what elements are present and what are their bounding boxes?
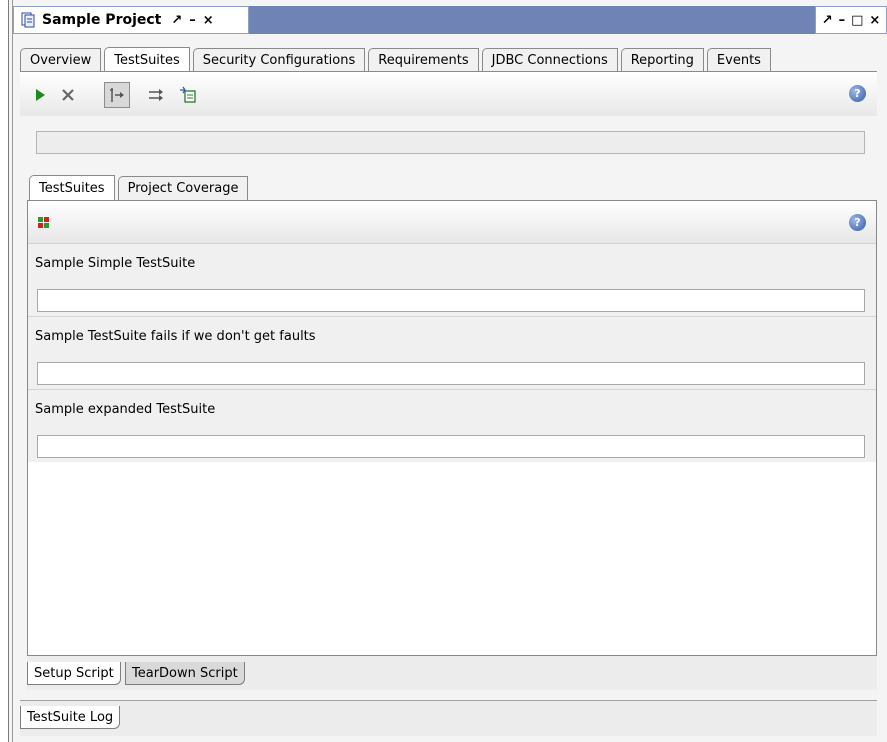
testsuite-name: Sample expanded TestSuite: [35, 402, 216, 417]
main-tabs: Overview TestSuites Security Configurati…: [20, 47, 774, 72]
cancel-icon[interactable]: [58, 85, 78, 105]
project-progress-bar: [36, 131, 865, 154]
close-icon[interactable]: ×: [203, 14, 214, 27]
testsuite-list: Sample Simple TestSuite Sample TestSuite…: [28, 243, 876, 462]
tab-jdbc-connections[interactable]: JDBC Connections: [481, 48, 618, 71]
tab-overview[interactable]: Overview: [20, 48, 102, 71]
tab-setup-script[interactable]: Setup Script: [27, 662, 121, 685]
testsuite-row[interactable]: Sample TestSuite fails if we don't get f…: [28, 316, 876, 389]
panel-help-icon[interactable]: ?: [849, 214, 866, 231]
help-icon[interactable]: ?: [849, 85, 866, 102]
project-icon: [20, 12, 36, 28]
script-tabs: Setup Script TearDown Script: [27, 656, 877, 690]
maximize-icon[interactable]: □: [851, 14, 863, 27]
undock-all-icon[interactable]: ↗: [822, 14, 833, 27]
testsuites-panel-toolbar: ?: [28, 201, 876, 243]
window-controls: ↗ – □ ×: [815, 6, 887, 34]
log-tabs: TestSuite Log: [20, 700, 877, 736]
undock-icon[interactable]: ↗: [171, 14, 182, 27]
testsuite-progress-bar: [37, 289, 865, 312]
parallel-icon[interactable]: [146, 85, 166, 105]
run-icon[interactable]: [30, 85, 50, 105]
testsuite-row[interactable]: Sample Simple TestSuite: [28, 243, 876, 316]
sequential-icon[interactable]: [104, 82, 130, 108]
tab-testsuites[interactable]: TestSuites: [104, 47, 190, 72]
tab-testsuites-list[interactable]: TestSuites: [29, 175, 115, 201]
tab-requirements[interactable]: Requirements: [368, 48, 479, 71]
title-bar: Sample Project ↗ – × ↗ – □ ×: [13, 6, 887, 34]
tab-events[interactable]: Events: [706, 48, 771, 71]
testsuite-row[interactable]: Sample expanded TestSuite: [28, 389, 876, 462]
testsuite-progress-bar: [37, 435, 865, 458]
project-window-tab[interactable]: Sample Project ↗ – ×: [13, 6, 249, 34]
testsuites-toolbar: ?: [20, 72, 877, 116]
new-testsuite-icon[interactable]: [178, 85, 198, 105]
testsuite-progress-bar: [37, 362, 865, 385]
grid-icon[interactable]: [34, 213, 54, 233]
tab-teardown-script[interactable]: TearDown Script: [125, 662, 245, 685]
testsuite-name: Sample TestSuite fails if we don't get f…: [35, 329, 316, 344]
tab-project-coverage[interactable]: Project Coverage: [117, 176, 249, 200]
close-all-icon[interactable]: ×: [869, 14, 880, 27]
window-title: Sample Project: [42, 12, 162, 28]
sub-tabs: TestSuites Project Coverage: [29, 175, 251, 201]
frame-border: [12, 0, 13, 742]
tab-security-configurations[interactable]: Security Configurations: [192, 48, 366, 71]
testsuites-panel: ? Sample Simple TestSuite Sample TestSui…: [27, 200, 877, 656]
testsuite-name: Sample Simple TestSuite: [35, 256, 196, 271]
minimize-all-icon[interactable]: –: [839, 14, 846, 27]
tab-reporting[interactable]: Reporting: [620, 48, 704, 71]
tab-testsuite-log[interactable]: TestSuite Log: [20, 706, 121, 729]
minimize-icon[interactable]: –: [189, 14, 196, 27]
